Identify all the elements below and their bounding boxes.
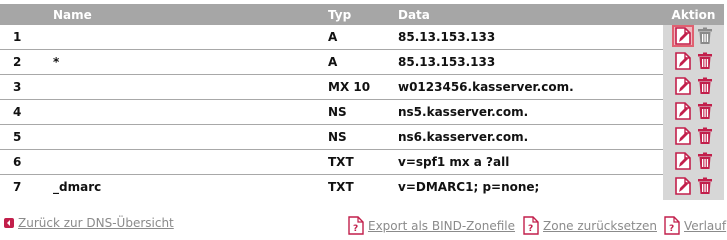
table-row: 2 * A 85.13.153.133	[0, 49, 724, 75]
reset-link-label: Zone zurücksetzen	[543, 218, 657, 233]
question-document-icon: ?	[523, 216, 539, 235]
delete-record-button[interactable]	[696, 52, 714, 70]
record-type: NS	[328, 99, 398, 125]
question-document-icon: ?	[348, 216, 364, 235]
export-link-label: Export als BIND-Zonefile	[368, 218, 515, 233]
record-type: A	[328, 25, 398, 50]
record-name	[53, 99, 328, 125]
edit-record-button[interactable]	[674, 51, 692, 70]
row-actions	[663, 174, 724, 200]
header-name: Name	[53, 4, 328, 25]
record-data: v=DMARC1; p=none;	[398, 180, 540, 195]
delete-record-button[interactable]	[696, 77, 714, 95]
row-number: 3	[0, 74, 53, 100]
back-to-dns-overview-link[interactable]: Zurück zur DNS-Übersicht	[4, 216, 174, 230]
row-number: 6	[0, 149, 53, 175]
header-action: Aktion	[663, 4, 724, 25]
record-data: ns6.kasserver.com.	[398, 124, 663, 150]
table-row: 3 MX 10 w0123456.kasserver.com.	[0, 74, 724, 100]
row-number: 5	[0, 124, 53, 150]
row-actions	[663, 99, 724, 125]
edit-record-button[interactable]	[674, 101, 692, 120]
record-data: 85.13.153.133	[398, 49, 663, 75]
edit-record-button[interactable]	[674, 151, 692, 170]
record-type: TXT	[328, 180, 354, 195]
record-name	[53, 124, 328, 150]
question-document-icon: ?	[664, 216, 680, 235]
table-header-row: Name Typ Data Aktion	[0, 4, 724, 25]
record-data: w0123456.kasserver.com.	[398, 74, 663, 100]
table-row: 1 A 85.13.153.133	[0, 24, 724, 50]
row-actions	[663, 124, 724, 150]
back-link-label: Zurück zur DNS-Übersicht	[18, 216, 174, 230]
record-name: _dmarc	[53, 180, 102, 195]
svg-text:?: ?	[353, 224, 358, 234]
row-actions	[663, 74, 724, 100]
record-type: MX 10	[328, 74, 398, 100]
record-data: ns5.kasserver.com.	[398, 99, 663, 125]
row-actions	[663, 149, 724, 175]
record-type: TXT	[328, 149, 398, 175]
delete-record-button[interactable]	[696, 177, 714, 195]
svg-text:?: ?	[528, 224, 533, 234]
svg-text:?: ?	[669, 224, 674, 234]
record-name	[53, 25, 328, 50]
history-link[interactable]: ? Verlauf	[664, 216, 726, 235]
edit-record-button[interactable]	[674, 126, 692, 145]
table-row: 5 NS ns6.kasserver.com.	[0, 124, 724, 150]
delete-record-button[interactable]	[696, 127, 714, 145]
record-type: NS	[328, 124, 398, 150]
row-number: 1	[0, 25, 53, 50]
delete-record-button[interactable]	[696, 27, 714, 45]
footer-links: Zurück zur DNS-Übersicht ? Export als BI…	[0, 214, 727, 239]
record-name	[53, 74, 328, 100]
back-arrow-icon	[4, 218, 14, 228]
row-number: 7	[13, 180, 22, 195]
record-data: 85.13.153.133	[398, 25, 663, 50]
table-row: 7 _dmarc TXT v=DMARC1; p=none;	[0, 174, 724, 200]
record-type: A	[328, 49, 398, 75]
record-name: *	[53, 49, 328, 75]
dns-records-table: Name Typ Data Aktion 1 A 85.13.153.133 2 * A 8…	[0, 4, 724, 200]
reset-zone-link[interactable]: ? Zone zurücksetzen	[523, 216, 657, 235]
row-number: 4	[0, 99, 53, 125]
record-data: v=spf1 mx a ?all	[398, 149, 663, 175]
edit-record-button[interactable]	[674, 176, 692, 195]
export-bind-zonefile-link[interactable]: ? Export als BIND-Zonefile	[348, 216, 515, 235]
edit-record-button[interactable]	[674, 76, 692, 95]
history-link-label: Verlauf	[684, 218, 727, 233]
header-type: Typ	[328, 4, 398, 25]
header-num	[0, 4, 53, 25]
row-number: 2	[0, 49, 53, 75]
delete-record-button[interactable]	[696, 152, 714, 170]
edit-record-button[interactable]	[671, 24, 694, 47]
table-row: 4 NS ns5.kasserver.com.	[0, 99, 724, 125]
row-actions	[663, 49, 724, 75]
record-name	[53, 149, 328, 175]
table-row: 6 TXT v=spf1 mx a ?all	[0, 149, 724, 175]
row-actions	[663, 24, 724, 50]
header-data: Data	[398, 4, 663, 25]
delete-record-button[interactable]	[696, 102, 714, 120]
